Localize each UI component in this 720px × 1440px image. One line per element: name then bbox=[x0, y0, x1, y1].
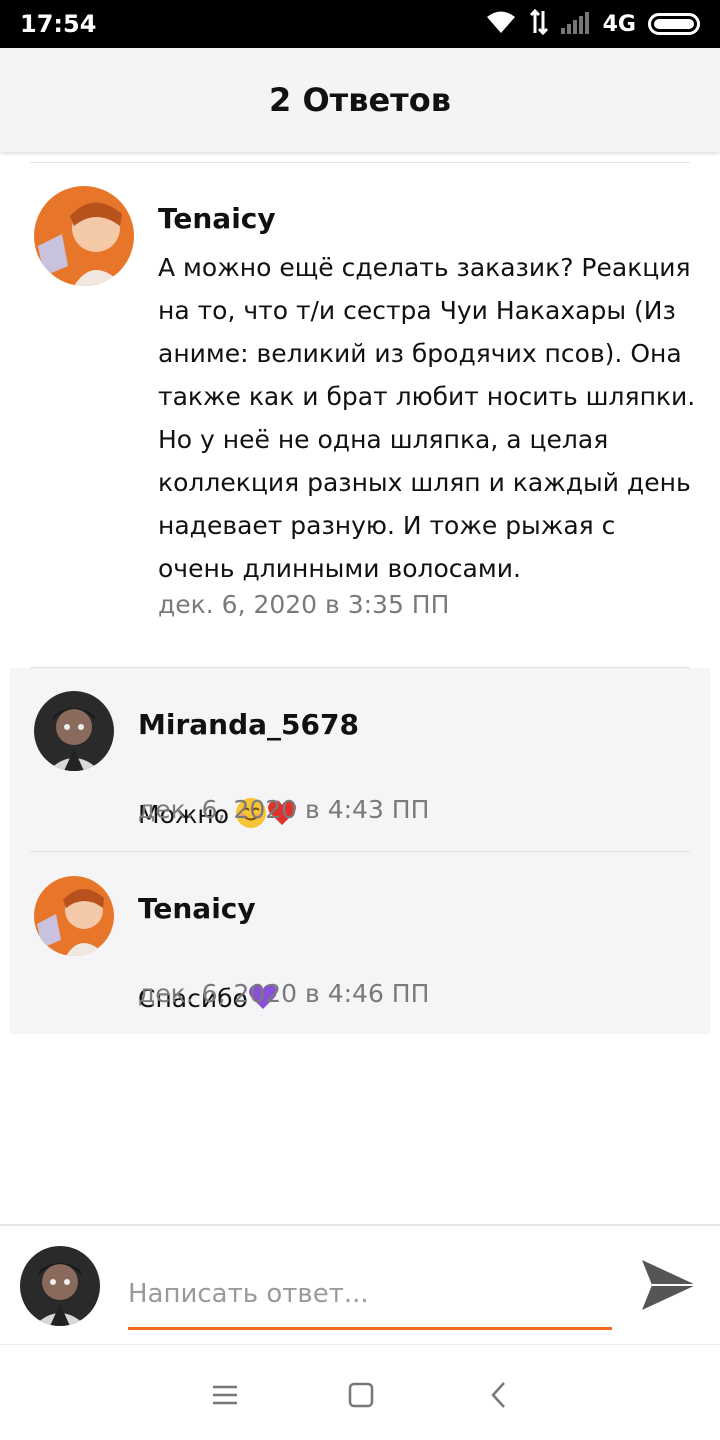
reply-bar bbox=[0, 1224, 720, 1344]
divider bbox=[30, 162, 690, 163]
reply-author[interactable]: Tenaicy bbox=[138, 892, 256, 925]
status-time: 17:54 bbox=[20, 10, 97, 38]
divider bbox=[30, 851, 690, 852]
back-button[interactable] bbox=[480, 1375, 520, 1415]
send-icon bbox=[640, 1259, 698, 1315]
divider bbox=[30, 667, 690, 668]
signal-icon bbox=[560, 10, 591, 39]
reply-timestamp: дек. 6, 2020 в 4:43 ПП bbox=[138, 795, 430, 824]
reply-input[interactable] bbox=[128, 1260, 612, 1330]
battery-icon bbox=[648, 13, 700, 35]
status-bar: 17:54 4G bbox=[0, 0, 720, 48]
menu-icon bbox=[205, 1385, 245, 1418]
reply-author[interactable]: Miranda_5678 bbox=[138, 708, 359, 741]
header: 2 Ответов bbox=[0, 48, 720, 152]
reply-timestamp: дек. 6, 2020 в 4:46 ПП bbox=[138, 979, 430, 1008]
comment-timestamp: дек. 6, 2020 в 3:35 ПП bbox=[158, 590, 450, 619]
avatar[interactable] bbox=[34, 691, 114, 771]
home-square-icon bbox=[341, 1382, 381, 1418]
wifi-icon bbox=[485, 9, 517, 40]
current-user-avatar[interactable] bbox=[20, 1246, 100, 1326]
menu-button[interactable] bbox=[205, 1375, 245, 1415]
status-icons: 4G bbox=[485, 8, 700, 40]
comment-text: А можно ещё сделать заказик? Реакция на … bbox=[158, 253, 696, 583]
avatar[interactable] bbox=[34, 186, 134, 286]
comment-author[interactable]: Tenaicy bbox=[158, 202, 276, 235]
network-type: 4G bbox=[602, 11, 636, 37]
avatar[interactable] bbox=[34, 876, 114, 956]
navigation-bar bbox=[0, 1344, 720, 1440]
home-button[interactable] bbox=[341, 1375, 381, 1415]
page-title: 2 Ответов bbox=[269, 81, 451, 119]
back-icon bbox=[480, 1382, 520, 1418]
data-transfer-icon bbox=[529, 8, 549, 40]
send-button[interactable] bbox=[638, 1256, 700, 1316]
